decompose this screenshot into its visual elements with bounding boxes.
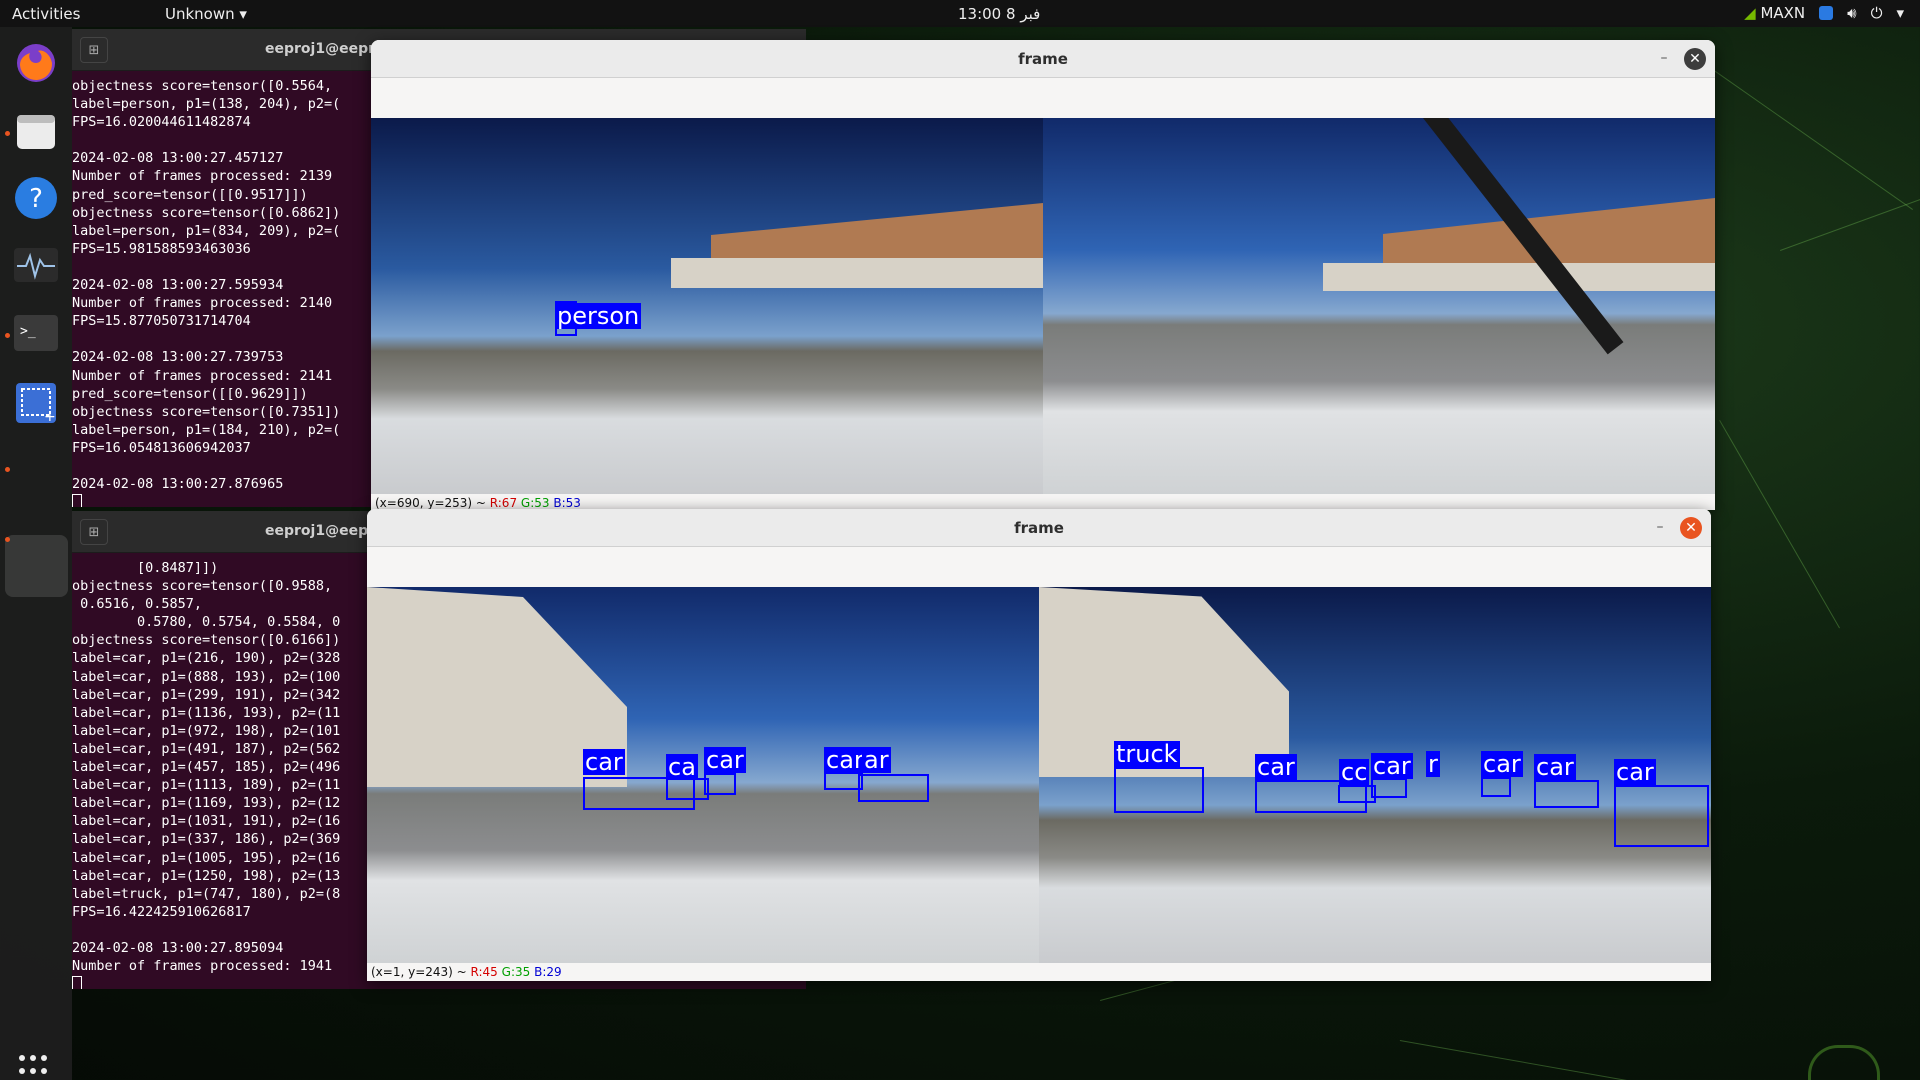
detection-label: car — [1614, 758, 1656, 786]
close-icon[interactable]: ✕ — [1684, 48, 1706, 70]
app-menu[interactable]: Unknown ▾ — [165, 5, 247, 23]
chevron-down-icon[interactable]: ▾ — [1896, 4, 1904, 22]
chevron-down-icon: ▾ — [239, 5, 247, 23]
show-applications-icon[interactable] — [19, 1055, 53, 1080]
detection-box — [666, 778, 709, 800]
status-bar: (x=690, y=253) ~ R:67 G:53 B:53 — [371, 494, 1715, 510]
detection-label: car — [704, 746, 746, 774]
dock: ? >_ + — [0, 27, 72, 1080]
system-tray[interactable]: ◢ MAXN 🔊︎ ⏻ ▾ — [1744, 4, 1904, 22]
camera-view[interactable]: person — [371, 118, 1715, 494]
pixel-g: G:53 — [520, 496, 550, 510]
activities-button[interactable]: Activities — [12, 5, 80, 23]
new-tab-icon[interactable]: ⊞ — [80, 37, 108, 63]
camera-left: person — [371, 118, 1043, 494]
pixel-r: R:45 — [470, 965, 498, 979]
nvidia-power-mode[interactable]: ◢ MAXN — [1744, 4, 1805, 22]
close-icon[interactable]: ✕ — [1680, 517, 1702, 539]
camera-right — [1043, 118, 1715, 494]
terminal-title: eeproj1@eepr — [265, 41, 375, 57]
pixel-r: R:67 — [489, 496, 518, 510]
detection-label: car — [824, 746, 866, 774]
detection-label: car — [1255, 753, 1297, 781]
power-mode-label: MAXN — [1760, 4, 1806, 22]
frame-window-top[interactable]: frame – ✕ person (x=690, y=253) ~ R:67 G… — [371, 40, 1715, 510]
pixel-b: B:29 — [534, 965, 562, 979]
svg-text:?: ? — [29, 184, 43, 214]
detection-label: ar — [862, 746, 891, 774]
active-app-slot[interactable] — [5, 535, 68, 597]
files-icon[interactable] — [12, 107, 60, 155]
detection-box — [1614, 785, 1709, 847]
terminal-title: eeproj1@eepr — [265, 523, 375, 539]
cursor-position: (x=1, y=243) ~ — [371, 965, 471, 979]
detection-box — [1114, 767, 1204, 813]
status-bar: (x=1, y=243) ~ R:45 G:35 B:29 — [367, 963, 1711, 981]
detection-label: person — [555, 302, 642, 330]
camera-view[interactable]: car ca car car ar truck car cc car r car… — [367, 587, 1711, 963]
clock[interactable]: 13:00 فبر 8 — [958, 5, 1040, 23]
svg-text:+: + — [44, 409, 56, 425]
frame-toolbar — [371, 78, 1715, 118]
frame-toolbar — [367, 547, 1711, 587]
new-tab-icon[interactable]: ⊞ — [80, 519, 108, 545]
system-monitor-icon[interactable] — [12, 241, 60, 289]
terminal-icon[interactable]: >_ — [12, 309, 60, 357]
nvidia-icon: ◢ — [1744, 4, 1756, 22]
detection-box — [1371, 778, 1407, 798]
window-titlebar[interactable]: frame – ✕ — [367, 509, 1711, 547]
minimize-icon[interactable]: – — [1649, 517, 1671, 539]
top-bar: Activities Unknown ▾ 13:00 فبر 8 ◢ MAXN … — [0, 0, 1920, 27]
pixel-g: G:35 — [501, 965, 531, 979]
pixel-b: B:53 — [553, 496, 581, 510]
app-menu-label: Unknown — [165, 5, 235, 23]
frame-window-bottom[interactable]: frame – ✕ car ca car car ar truck car cc — [367, 509, 1711, 981]
detection-box — [704, 773, 736, 795]
detection-box — [1534, 780, 1599, 808]
camera-right: truck car cc car r car car car — [1039, 587, 1711, 963]
volume-icon[interactable]: 🔊︎ — [1847, 4, 1856, 22]
network-icon[interactable] — [1819, 6, 1834, 20]
window-title: frame — [1014, 519, 1064, 537]
detection-label: car — [1371, 752, 1413, 780]
firefox-icon[interactable] — [12, 39, 60, 87]
detection-box — [1481, 777, 1511, 797]
camera-left: car ca car car ar — [367, 587, 1039, 963]
nvidia-logo — [1808, 1045, 1880, 1080]
power-icon[interactable]: ⏻ — [1871, 4, 1883, 22]
window-titlebar[interactable]: frame – ✕ — [371, 40, 1715, 78]
screenshot-icon[interactable]: + — [12, 379, 60, 427]
detection-label: ca — [666, 753, 698, 781]
detection-label: truck — [1114, 740, 1180, 768]
help-icon[interactable]: ? — [12, 174, 60, 222]
cursor-position: (x=690, y=253) ~ — [375, 496, 490, 510]
detection-label: car — [1481, 750, 1523, 778]
detection-box — [858, 774, 929, 802]
minimize-icon[interactable]: – — [1653, 48, 1675, 70]
svg-text:>_: >_ — [20, 324, 36, 339]
detection-label: r — [1426, 750, 1440, 778]
detection-label: car — [1534, 753, 1576, 781]
detection-label: car — [583, 748, 625, 776]
detection-label: cc — [1339, 758, 1370, 786]
window-title: frame — [1018, 50, 1068, 68]
